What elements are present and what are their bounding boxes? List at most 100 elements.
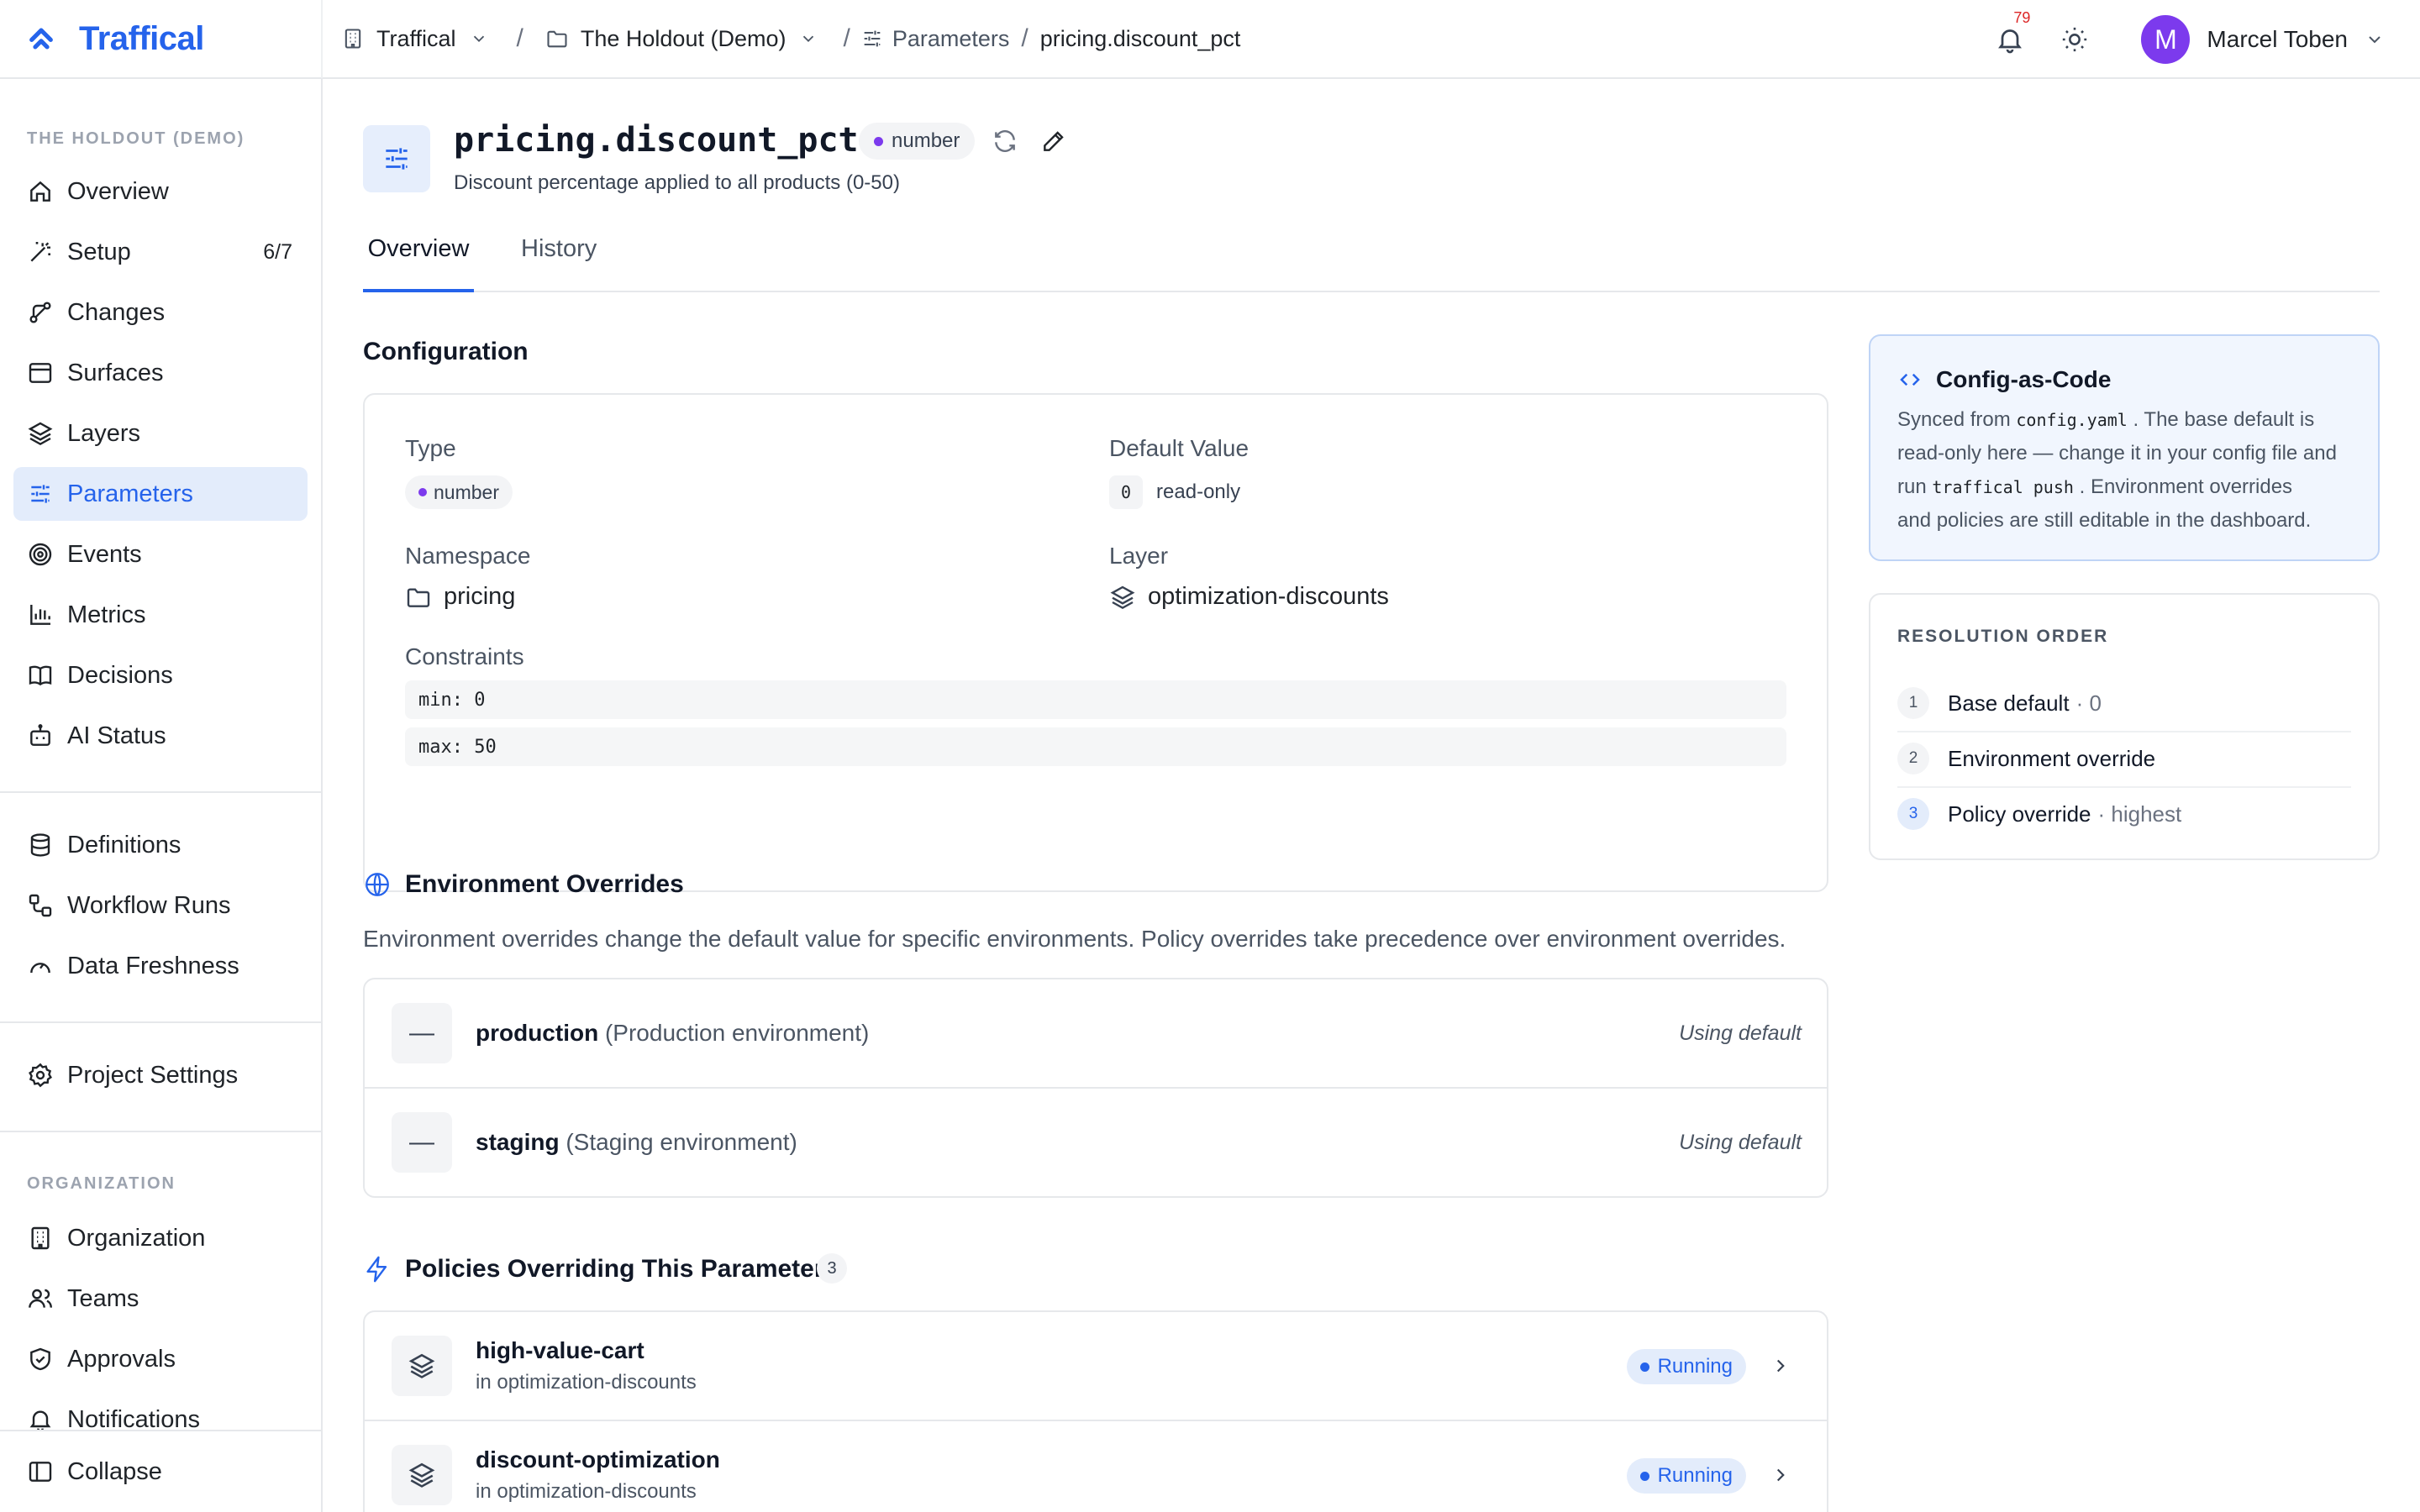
env-row-staging[interactable]: — staging (Staging environment) Using de… xyxy=(365,1089,1827,1196)
environment-overrides-heading: Environment Overrides xyxy=(405,870,684,898)
sidebar-item-data-freshness[interactable]: Data Freshness xyxy=(13,939,308,993)
setup-progress-count: 6/7 xyxy=(263,239,292,264)
configuration-card: Type number Default Value 0 read-only Na… xyxy=(363,393,1828,892)
sidebar-item-label: Definitions xyxy=(67,831,182,858)
sidebar-item-label: Layers xyxy=(67,419,141,447)
sidebar-item-definitions[interactable]: Definitions xyxy=(13,818,308,872)
sidebar-item-surfaces[interactable]: Surfaces xyxy=(13,346,308,400)
chevron-right-icon[interactable] xyxy=(1770,1464,1791,1486)
tab-history[interactable]: History xyxy=(514,235,603,292)
sidebar-item-decisions[interactable]: Decisions xyxy=(13,648,308,702)
breadcrumb-org[interactable]: Traffical xyxy=(341,26,488,52)
parameter-icon xyxy=(363,125,430,192)
sidebar-item-label: Events xyxy=(67,540,142,568)
resolution-order-card: RESOLUTION ORDER 1 Base default · 0 2 En… xyxy=(1869,593,2380,860)
user-name[interactable]: Marcel Toben xyxy=(2207,26,2348,53)
collapse-button[interactable]: Collapse xyxy=(13,1445,308,1499)
sidebar-item-overview[interactable]: Overview xyxy=(13,165,308,218)
code-brackets-icon xyxy=(1900,373,1920,386)
chevron-down-icon xyxy=(473,35,484,43)
resolution-row: 2 Environment override xyxy=(1897,731,2351,786)
resolution-step-label: Policy override xyxy=(1948,801,2091,827)
sidebar-divider xyxy=(0,1021,321,1023)
status-badge: Running xyxy=(1626,1349,1746,1384)
policy-row-high-value-cart[interactable]: high-value-cart in optimization-discount… xyxy=(365,1312,1827,1420)
policy-name: discount-optimization xyxy=(476,1446,720,1473)
config-line-4: and policies are still editable in the d… xyxy=(1897,509,2312,532)
sidebar-item-teams[interactable]: Teams xyxy=(13,1272,308,1326)
environment-overrides-card: — production (Production environment) Us… xyxy=(363,978,1828,1198)
layer-text: optimization-discounts xyxy=(1148,583,1389,610)
breadcrumb-current: pricing.discount_pct xyxy=(1039,25,1241,51)
changes-icon xyxy=(29,302,51,323)
policy-row-discount-optimization[interactable]: discount-optimization in optimization-di… xyxy=(365,1421,1827,1512)
sidebar-item-workflow-runs[interactable]: Workflow Runs xyxy=(13,879,308,932)
policy-name: high-value-cart xyxy=(476,1337,644,1363)
type-dot xyxy=(874,136,883,146)
breadcrumb-section[interactable]: Parameters xyxy=(860,26,1009,52)
bar-chart-icon xyxy=(30,605,50,625)
override-value-box: — xyxy=(392,1003,452,1063)
breadcrumb-separator: / xyxy=(516,24,523,52)
sidebar-divider xyxy=(0,1131,321,1132)
policies-card: high-value-cart in optimization-discount… xyxy=(363,1310,1828,1512)
read-only-note: read-only xyxy=(1156,480,1241,503)
override-value-box: — xyxy=(392,1112,452,1173)
namespace-label: Namespace xyxy=(405,543,531,569)
chevron-down-icon xyxy=(803,35,814,43)
policy-layer: in optimization-discounts xyxy=(476,1480,697,1503)
collapse-label: Collapse xyxy=(67,1457,162,1485)
env-row-production[interactable]: — production (Production environment) Us… xyxy=(365,979,1827,1087)
constraint-min: min: 0 xyxy=(405,680,1786,719)
resolution-row: 3 Policy override · highest xyxy=(1897,786,2351,842)
sidebar-footer: Collapse xyxy=(0,1430,321,1512)
brand[interactable]: Traffical xyxy=(0,0,323,78)
traffical-logo-icon xyxy=(29,28,53,50)
sidebar-item-layers[interactable]: Layers xyxy=(13,407,308,460)
theme-toggle-sun-icon[interactable] xyxy=(2060,25,2089,54)
sync-icon[interactable] xyxy=(992,128,1018,155)
type-label: Type xyxy=(405,435,456,461)
env-status: Using default xyxy=(1679,1021,1802,1045)
sidebar-item-label: Changes xyxy=(67,298,166,326)
sidebar-item-label: Metrics xyxy=(67,601,146,628)
default-value-chip: 0 xyxy=(1109,475,1144,509)
resolution-step-number: 1 xyxy=(1897,687,1929,719)
config-as-code-heading: Config-as-Code xyxy=(1897,366,2111,393)
sidebar-project-label: THE HOLDOUT (DEMO) xyxy=(27,129,245,148)
edit-pencil-icon[interactable] xyxy=(1040,128,1067,155)
page-title: pricing.discount_pct xyxy=(454,121,859,160)
sliders-icon xyxy=(864,30,881,47)
text-fragment: run xyxy=(1897,475,1927,498)
sidebar-org-label: ORGANIZATION xyxy=(27,1174,176,1193)
sidebar-item-changes[interactable]: Changes xyxy=(13,286,308,339)
chevron-down-icon[interactable] xyxy=(2365,29,2385,50)
resolution-step-number: 3 xyxy=(1897,798,1929,830)
sidebar-item-setup[interactable]: Setup 6/7 xyxy=(13,225,308,279)
sidebar-collapse-icon xyxy=(29,1462,52,1482)
tab-overview[interactable]: Overview xyxy=(363,235,474,292)
sidebar-item-label: Setup xyxy=(67,238,131,265)
sidebar-item-events[interactable]: Events xyxy=(13,528,308,581)
user-avatar[interactable]: M xyxy=(2141,15,2191,64)
breadcrumb-separator: / xyxy=(1021,24,1028,52)
notifications-button[interactable]: 79 xyxy=(1995,9,2030,55)
sidebar-item-ai-status[interactable]: AI Status xyxy=(13,709,308,763)
sidebar-item-label: Surfaces xyxy=(67,359,164,386)
window-icon xyxy=(29,363,52,383)
config-as-code-text: Synced from config.yaml . The base defau… xyxy=(1897,403,2368,538)
tab-bar: Overview History xyxy=(363,235,2380,292)
breadcrumb-separator: / xyxy=(843,24,850,52)
sidebar-item-metrics[interactable]: Metrics xyxy=(13,588,308,642)
lightning-icon xyxy=(366,1256,387,1283)
sidebar-item-project-settings[interactable]: Project Settings xyxy=(13,1048,308,1102)
layers-icon xyxy=(28,422,53,446)
resolution-step-extra: · 0 xyxy=(2075,690,2102,716)
policies-heading: Policies Overriding This Parameter xyxy=(405,1255,824,1283)
sidebar-item-parameters[interactable]: Parameters xyxy=(13,467,308,521)
sidebar-item-approvals[interactable]: Approvals xyxy=(13,1332,308,1386)
breadcrumb-project[interactable]: The Holdout (Demo) xyxy=(545,26,818,52)
chevron-right-icon[interactable] xyxy=(1770,1355,1791,1377)
users-icon xyxy=(29,1289,52,1308)
sidebar-item-organization[interactable]: Organization xyxy=(13,1211,308,1265)
